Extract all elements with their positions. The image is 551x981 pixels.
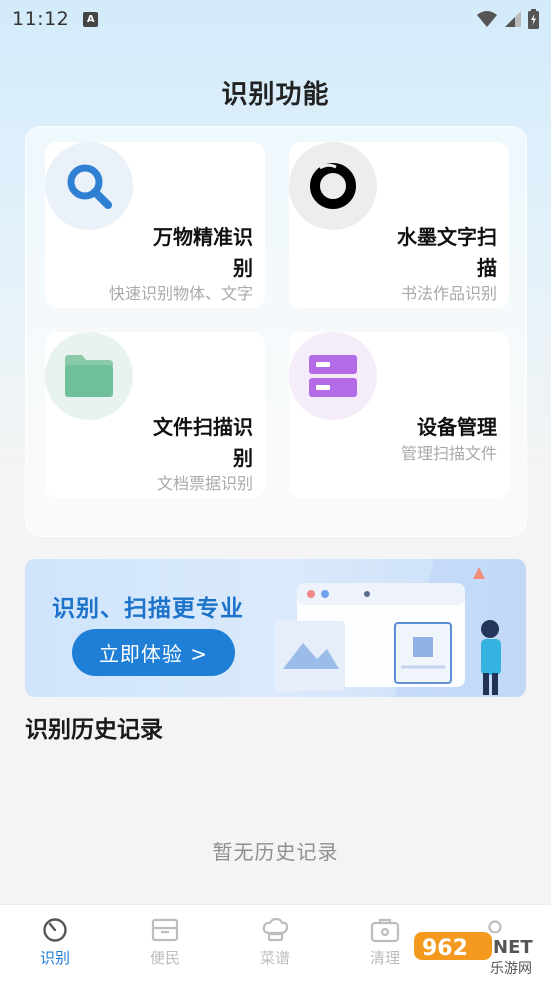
feature-title: 水墨文字扫描 — [397, 225, 497, 280]
scan-dial-icon — [43, 918, 67, 942]
feature-subtitle: 快速识别物体、文字 — [108, 284, 253, 303]
try-now-button[interactable]: 立即体验 > — [72, 629, 235, 676]
feature-card-device-management[interactable]: 设备管理 管理扫描文件 — [289, 332, 509, 498]
wifi-icon — [477, 11, 497, 27]
tab-label: 便民 — [149, 949, 180, 967]
feature-title: 万物精准识别 — [153, 225, 253, 280]
briefcase-icon — [370, 918, 400, 943]
feature-subtitle: 管理扫描文件 — [400, 444, 497, 463]
banner-illustration — [275, 559, 526, 697]
feature-card-file-scan[interactable]: 文件扫描识别 文档票据识别 — [45, 332, 265, 498]
feature-icon-circle — [289, 332, 377, 420]
banner-headline: 识别、扫描更专业 — [52, 596, 244, 622]
feature-title: 文件扫描识别 — [153, 415, 253, 470]
tab-recognize[interactable]: 识别 — [15, 905, 95, 981]
history-empty-state: 暂无历史记录 — [212, 840, 339, 864]
page-title: 识别功能 — [221, 80, 330, 110]
svg-text:NET: NET — [493, 937, 533, 958]
tab-label: 菜谱 — [259, 949, 290, 967]
svg-text:962: 962 — [422, 936, 468, 961]
feature-subtitle: 文档票据识别 — [156, 474, 253, 493]
feature-icon-circle — [45, 142, 133, 230]
status-time: 11:12 — [12, 8, 70, 30]
battery-icon — [528, 9, 539, 29]
svg-text:乐游网: 乐游网 — [490, 961, 532, 976]
tab-cleanup[interactable]: 清理 — [345, 905, 425, 981]
feature-icon-circle — [45, 332, 133, 420]
notification-icon: A — [83, 11, 99, 27]
folder-icon — [65, 355, 113, 397]
tab-convenience[interactable]: 便民 — [125, 905, 205, 981]
feature-subtitle: 书法作品识别 — [400, 284, 497, 303]
box-icon — [151, 918, 179, 942]
feature-icon-circle — [289, 142, 377, 230]
feature-title: 设备管理 — [417, 415, 497, 439]
chef-hat-icon — [262, 917, 289, 942]
ink-ring-icon — [310, 163, 356, 209]
tab-label: 识别 — [39, 949, 70, 967]
watermark-icon: 962 NET 乐游网 — [414, 932, 533, 977]
watermark-logo: 962 NET 乐游网 — [414, 926, 547, 977]
feature-panel: 万物精准识别 快速识别物体、文字 水墨文字扫描 书法作品识别 文件扫描识别 文档… — [25, 126, 527, 537]
promo-banner[interactable]: 识别、扫描更专业 立即体验 > — [25, 559, 526, 697]
feature-card-object-recognition[interactable]: 万物精准识别 快速识别物体、文字 — [45, 142, 265, 308]
storage-icon — [309, 355, 357, 397]
signal-icon — [505, 11, 521, 27]
status-bar: 11:12 A — [0, 0, 551, 38]
status-icons — [476, 9, 539, 29]
tab-label: 清理 — [369, 949, 400, 967]
search-icon — [67, 164, 112, 209]
tab-recipes[interactable]: 菜谱 — [235, 905, 315, 981]
feature-card-ink-scan[interactable]: 水墨文字扫描 书法作品识别 — [289, 142, 509, 308]
history-title: 识别历史记录 — [25, 717, 163, 743]
